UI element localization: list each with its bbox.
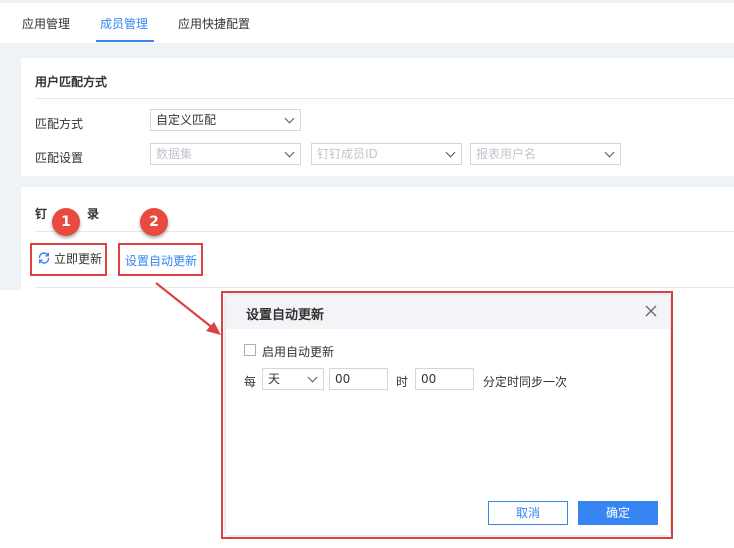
dataset-placeholder: 数据集 [156,147,193,161]
every-label: 每 [244,375,257,389]
divider [35,231,734,232]
hour-label: 时 [396,375,409,389]
enable-auto-update-label: 启用自动更新 [262,345,335,359]
report-user-placeholder: 报表用户名 [476,147,537,161]
period-value: 天 [268,372,281,386]
card-title-end: 录 [87,207,100,221]
close-icon[interactable] [644,304,658,318]
tab-app-quick-config[interactable]: 应用快捷配置 [178,15,250,32]
divider [35,98,734,99]
callout-badge-2: 2 [140,208,168,236]
chevron-down-icon [284,113,295,124]
match-settings-label: 匹配设置 [35,151,84,165]
minute-input[interactable]: 00 [415,368,474,390]
card-title: 用户匹配方式 [35,75,108,89]
highlight-box-1 [30,243,107,276]
user-match-card: 用户匹配方式 匹配方式 自定义匹配 匹配设置 数据集 钉钉成员ID 报表用户名 [21,58,734,176]
tab-bar: 应用管理 成员管理 应用快捷配置 [0,3,734,43]
minute-suffix-label: 分定时同步一次 [483,375,568,389]
hour-input[interactable]: 00 [329,368,388,390]
enable-auto-update-checkbox[interactable] [244,344,256,356]
dialog-header: 设置自动更新 [226,295,670,329]
dataset-select[interactable]: 数据集 [150,143,301,165]
chevron-down-icon [445,147,456,158]
dingtalk-id-placeholder: 钉钉成员ID [317,147,378,161]
callout-badge-1: 1 [52,208,80,236]
report-user-select[interactable]: 报表用户名 [470,143,621,165]
card-title-start: 钉 [35,207,48,221]
period-select[interactable]: 天 [262,368,324,390]
cancel-button[interactable]: 取消 [488,501,568,525]
chevron-down-icon [307,372,318,383]
match-method-label: 匹配方式 [35,117,84,131]
match-method-value: 自定义匹配 [156,113,217,127]
tab-member-management[interactable]: 成员管理 [100,15,148,32]
chevron-down-icon [604,147,615,158]
confirm-button[interactable]: 确定 [578,501,658,525]
tab-app-management[interactable]: 应用管理 [22,15,70,32]
highlight-box-2 [118,243,203,276]
dialog-title: 设置自动更新 [246,308,325,323]
arrow-annotation [155,282,221,335]
auto-update-dialog: 设置自动更新 启用自动更新 每 天 00 时 00 分定时同步一次 取消 确定 [226,295,670,535]
active-tab-indicator [96,40,154,42]
dingtalk-id-select[interactable]: 钉钉成员ID [311,143,462,165]
divider [35,287,734,288]
match-method-select[interactable]: 自定义匹配 [150,109,301,131]
chevron-down-icon [284,147,295,158]
